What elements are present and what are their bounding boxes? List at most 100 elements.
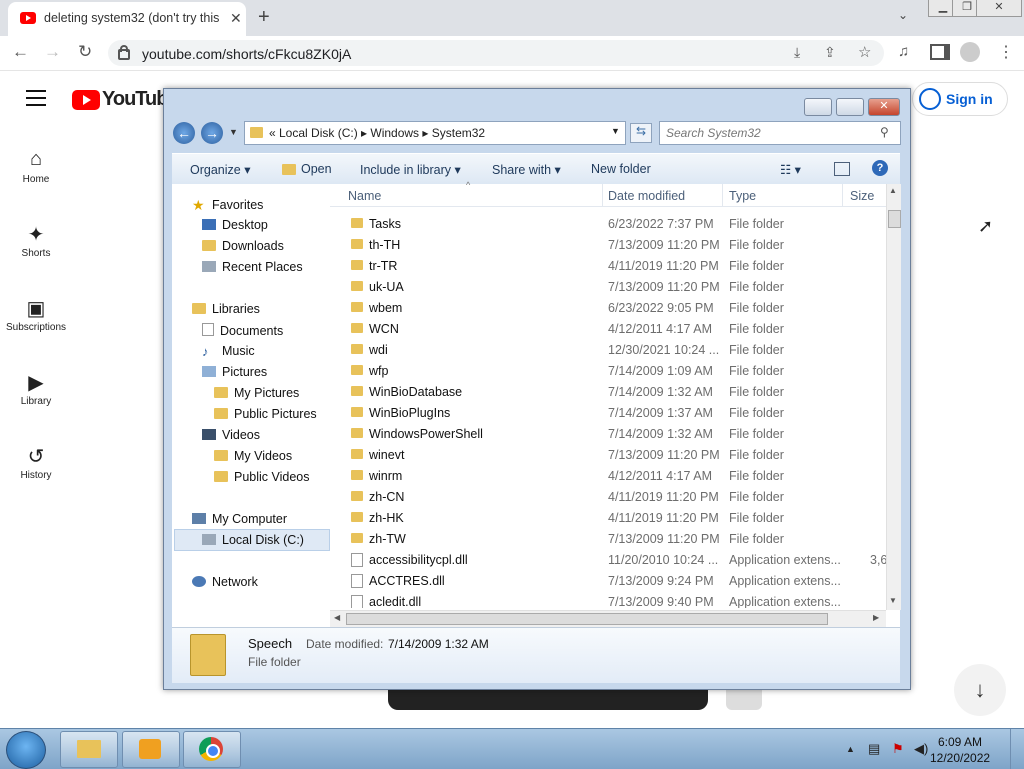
scroll-thumb[interactable] xyxy=(346,613,828,625)
volume-icon[interactable]: ◀) xyxy=(914,741,928,757)
table-row[interactable]: zh-TW 7/13/2009 11:20 PM File folder xyxy=(330,529,886,550)
scroll-left-icon[interactable]: ◀ xyxy=(334,613,340,622)
hamburger-menu-icon[interactable] xyxy=(26,90,46,111)
nav-network[interactable]: Network xyxy=(192,575,258,589)
sidebar-item-library[interactable]: ▶ Library xyxy=(0,370,72,407)
sign-in-button[interactable]: Sign in xyxy=(912,82,1008,116)
column-date-modified[interactable]: Date modified xyxy=(608,189,685,203)
nav-public-pictures[interactable]: Public Pictures xyxy=(214,407,317,421)
taskbar-clock[interactable]: 6:09 AM 12/20/2022 xyxy=(930,734,990,766)
table-row[interactable]: WinBioPlugIns 7/14/2009 1:37 AM File folde… xyxy=(330,403,886,424)
youtube-logo[interactable]: YouTube xyxy=(72,88,179,111)
explorer-minimize-button[interactable] xyxy=(804,98,832,116)
media-control-icon[interactable]: ♫ xyxy=(898,43,909,60)
nav-my-pictures[interactable]: My Pictures xyxy=(214,386,299,400)
include-in-library-button[interactable]: Include in library ▾ xyxy=(360,162,461,177)
refresh-icon[interactable]: ⇆ xyxy=(630,123,652,143)
table-row[interactable]: WindowsPowerShell 7/14/2009 1:32 AM File f… xyxy=(330,424,886,445)
new-tab-button[interactable]: + xyxy=(258,6,270,29)
tab-close-icon[interactable]: ✕ xyxy=(230,10,242,27)
table-row[interactable]: zh-CN 4/11/2019 11:20 PM File folder xyxy=(330,487,886,508)
profile-avatar-icon[interactable] xyxy=(960,42,980,62)
column-size[interactable]: Size xyxy=(850,189,874,203)
url-text[interactable]: youtube.com/shorts/cFkcu8ZK0jA xyxy=(142,46,351,62)
nav-my-computer[interactable]: My Computer xyxy=(192,512,287,526)
table-row[interactable]: Tasks 6/23/2022 7:37 PM File folder xyxy=(330,214,886,235)
scroll-up-icon[interactable]: ▲ xyxy=(889,186,897,195)
taskbar-media-button[interactable] xyxy=(122,731,180,768)
column-divider[interactable] xyxy=(722,184,723,206)
table-row[interactable]: winevt 7/13/2009 11:20 PM File folder xyxy=(330,445,886,466)
nav-pictures[interactable]: Pictures xyxy=(202,365,267,379)
share-icon[interactable]: ⇪ xyxy=(824,44,836,61)
table-row[interactable]: ACCTRES.dll 7/13/2009 9:24 PM Application … xyxy=(330,571,886,592)
scroll-thumb[interactable] xyxy=(888,210,901,228)
bookmark-star-icon[interactable]: ☆ xyxy=(858,43,871,61)
breadcrumb[interactable]: « Local Disk (C:) ▸ Windows ▸ System32 xyxy=(269,126,485,140)
table-row[interactable]: tr-TR 4/11/2019 11:20 PM File folder xyxy=(330,256,886,277)
tab-search-chevron-icon[interactable]: ⌄ xyxy=(898,8,908,22)
view-options-icon[interactable]: ☷ ▾ xyxy=(780,162,801,177)
horizontal-scrollbar[interactable]: ◀ ▶ xyxy=(330,610,886,627)
back-arrow-icon[interactable]: ← xyxy=(173,122,195,144)
help-icon[interactable]: ? xyxy=(872,160,888,176)
forward-arrow-icon[interactable]: → xyxy=(44,42,61,62)
table-row[interactable]: uk-UA 7/13/2009 11:20 PM File folder xyxy=(330,277,886,298)
sidebar-item-history[interactable]: ↺ History xyxy=(0,444,72,481)
next-video-button[interactable]: ↓ xyxy=(954,664,1006,716)
nav-videos[interactable]: Videos xyxy=(202,428,260,442)
explorer-address-bar[interactable]: « Local Disk (C:) ▸ Windows ▸ System32 ▼ xyxy=(244,121,626,145)
forward-arrow-icon[interactable]: → xyxy=(201,122,223,144)
nav-favorites[interactable]: ★ Favorites xyxy=(192,197,263,214)
start-button[interactable] xyxy=(6,731,46,769)
window-close-button[interactable]: ✕ xyxy=(976,0,1022,17)
vertical-scrollbar[interactable]: ▲ ▼ xyxy=(886,184,901,610)
column-name[interactable]: Name xyxy=(348,189,381,203)
shorts-video-player[interactable] xyxy=(388,688,708,710)
scroll-right-icon[interactable]: ▶ xyxy=(873,613,879,622)
sidebar-item-shorts[interactable]: ✦ Shorts xyxy=(0,222,72,259)
table-row[interactable]: wbem 6/23/2022 9:05 PM File folder xyxy=(330,298,886,319)
address-bar[interactable]: youtube.com/shorts/cFkcu8ZK0jA ⤓ ⇪ ☆ xyxy=(108,40,884,66)
search-icon[interactable]: ⚲ xyxy=(880,125,889,139)
scroll-down-icon[interactable]: ▼ xyxy=(889,596,897,605)
explorer-close-button[interactable]: ✕ xyxy=(868,98,900,116)
nav-music[interactable]: ♪ Music xyxy=(202,344,255,359)
preview-pane-icon[interactable] xyxy=(834,162,850,176)
table-row[interactable]: accessibilitycpl.dll 11/20/2010 10:24 ...… xyxy=(330,550,886,571)
taskbar-explorer-button[interactable] xyxy=(60,731,118,768)
recent-pages-chevron-icon[interactable]: ▼ xyxy=(229,127,238,137)
address-dropdown-icon[interactable]: ▼ xyxy=(611,126,620,136)
table-row[interactable]: WCN 4/12/2011 4:17 AM File folder xyxy=(330,319,886,340)
nav-recent-places[interactable]: Recent Places xyxy=(202,260,303,274)
browser-tab[interactable]: deleting system32 (don't try this ✕ xyxy=(8,2,246,36)
table-row[interactable]: WinBioDatabase 7/14/2009 1:32 AM File fold… xyxy=(330,382,886,403)
table-row[interactable]: winrm 4/12/2011 4:17 AM File folder xyxy=(330,466,886,487)
new-folder-button[interactable]: New folder xyxy=(591,162,651,176)
back-arrow-icon[interactable]: ← xyxy=(12,42,29,62)
nav-documents[interactable]: Documents xyxy=(202,323,283,338)
nav-local-disk[interactable]: Local Disk (C:) xyxy=(202,533,304,547)
sidebar-item-subscriptions[interactable]: ▣ Subscriptions xyxy=(0,296,72,333)
side-panel-icon[interactable] xyxy=(930,44,950,60)
table-row[interactable]: acledit.dll 7/13/2009 9:40 PM Application … xyxy=(330,592,886,608)
nav-desktop[interactable]: Desktop xyxy=(202,218,268,232)
search-input[interactable]: Search System32 ⚲ xyxy=(659,121,901,145)
nav-libraries[interactable]: Libraries xyxy=(192,302,260,316)
open-button[interactable]: Open xyxy=(301,162,332,176)
network-tray-icon[interactable]: ▤ xyxy=(868,741,880,757)
table-row[interactable]: wfp 7/14/2009 1:09 AM File folder xyxy=(330,361,886,382)
taskbar-chrome-button[interactable] xyxy=(183,731,241,768)
nav-my-videos[interactable]: My Videos xyxy=(214,449,292,463)
column-divider[interactable] xyxy=(602,184,603,206)
explorer-maximize-button[interactable] xyxy=(836,98,864,116)
nav-downloads[interactable]: Downloads xyxy=(202,239,284,253)
share-with-button[interactable]: Share with ▾ xyxy=(492,162,561,177)
chrome-menu-icon[interactable]: ⋮ xyxy=(998,42,1014,62)
show-desktop-button[interactable] xyxy=(1010,729,1024,769)
show-hidden-icons-icon[interactable]: ▲ xyxy=(846,744,855,754)
table-row[interactable]: th-TH 7/13/2009 11:20 PM File folder xyxy=(330,235,886,256)
table-row[interactable]: wdi 12/30/2021 10:24 ... File folder xyxy=(330,340,886,361)
table-row[interactable]: zh-HK 4/11/2019 11:20 PM File folder xyxy=(330,508,886,529)
nav-public-videos[interactable]: Public Videos xyxy=(214,470,310,484)
